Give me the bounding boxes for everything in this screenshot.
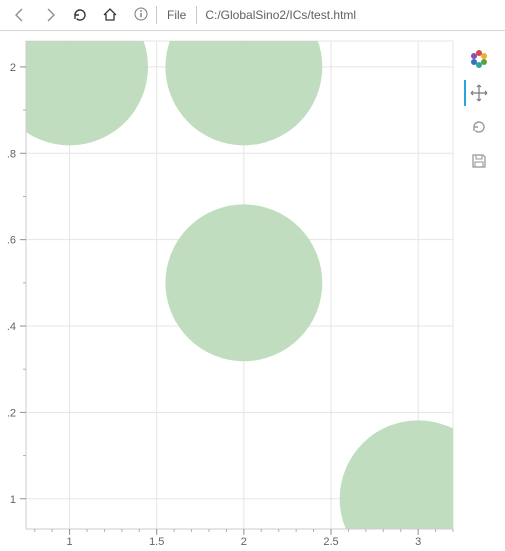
x-tick-label: 3 [415, 536, 421, 548]
info-icon [134, 7, 148, 24]
reload-button[interactable] [66, 1, 94, 29]
app-window: File C:/GlobalSino2/ICs/test.html 1 1.5 2 2… [0, 0, 505, 551]
save-tool-button[interactable] [464, 148, 492, 174]
x-tick-label: 1 [67, 536, 73, 548]
address-bar[interactable]: File C:/GlobalSino2/ICs/test.html [134, 6, 356, 24]
y-tick-label: .4 [7, 321, 16, 333]
reset-tool-button[interactable] [464, 114, 492, 140]
back-button[interactable] [6, 1, 34, 29]
forward-button[interactable] [36, 1, 64, 29]
x-tick-label: 2.5 [323, 536, 338, 548]
home-button[interactable] [96, 1, 124, 29]
scheme-label: File [156, 6, 197, 24]
scatter-plot[interactable]: 1 1.5 2 2.5 3 1 .2 .4 .6 .8 2 [0, 31, 455, 551]
y-tick-label: 1 [10, 494, 16, 506]
y-tick-label: .6 [7, 235, 16, 247]
url-path: C:/GlobalSino2/ICs/test.html [205, 8, 356, 22]
y-tick-label: .8 [7, 148, 16, 160]
y-tick-label: .2 [7, 407, 16, 419]
plot-toolbar [463, 46, 493, 174]
x-tick-label: 1.5 [149, 536, 164, 548]
plot-area[interactable]: 1 1.5 2 2.5 3 1 .2 .4 .6 .8 2 [0, 31, 455, 551]
y-tick-label: 2 [10, 62, 16, 74]
browser-bar: File C:/GlobalSino2/ICs/test.html [0, 0, 505, 31]
pan-tool-button[interactable] [464, 80, 492, 106]
bokeh-logo-icon[interactable] [464, 46, 492, 72]
x-tick-label: 2 [241, 536, 247, 548]
data-point [165, 204, 322, 361]
